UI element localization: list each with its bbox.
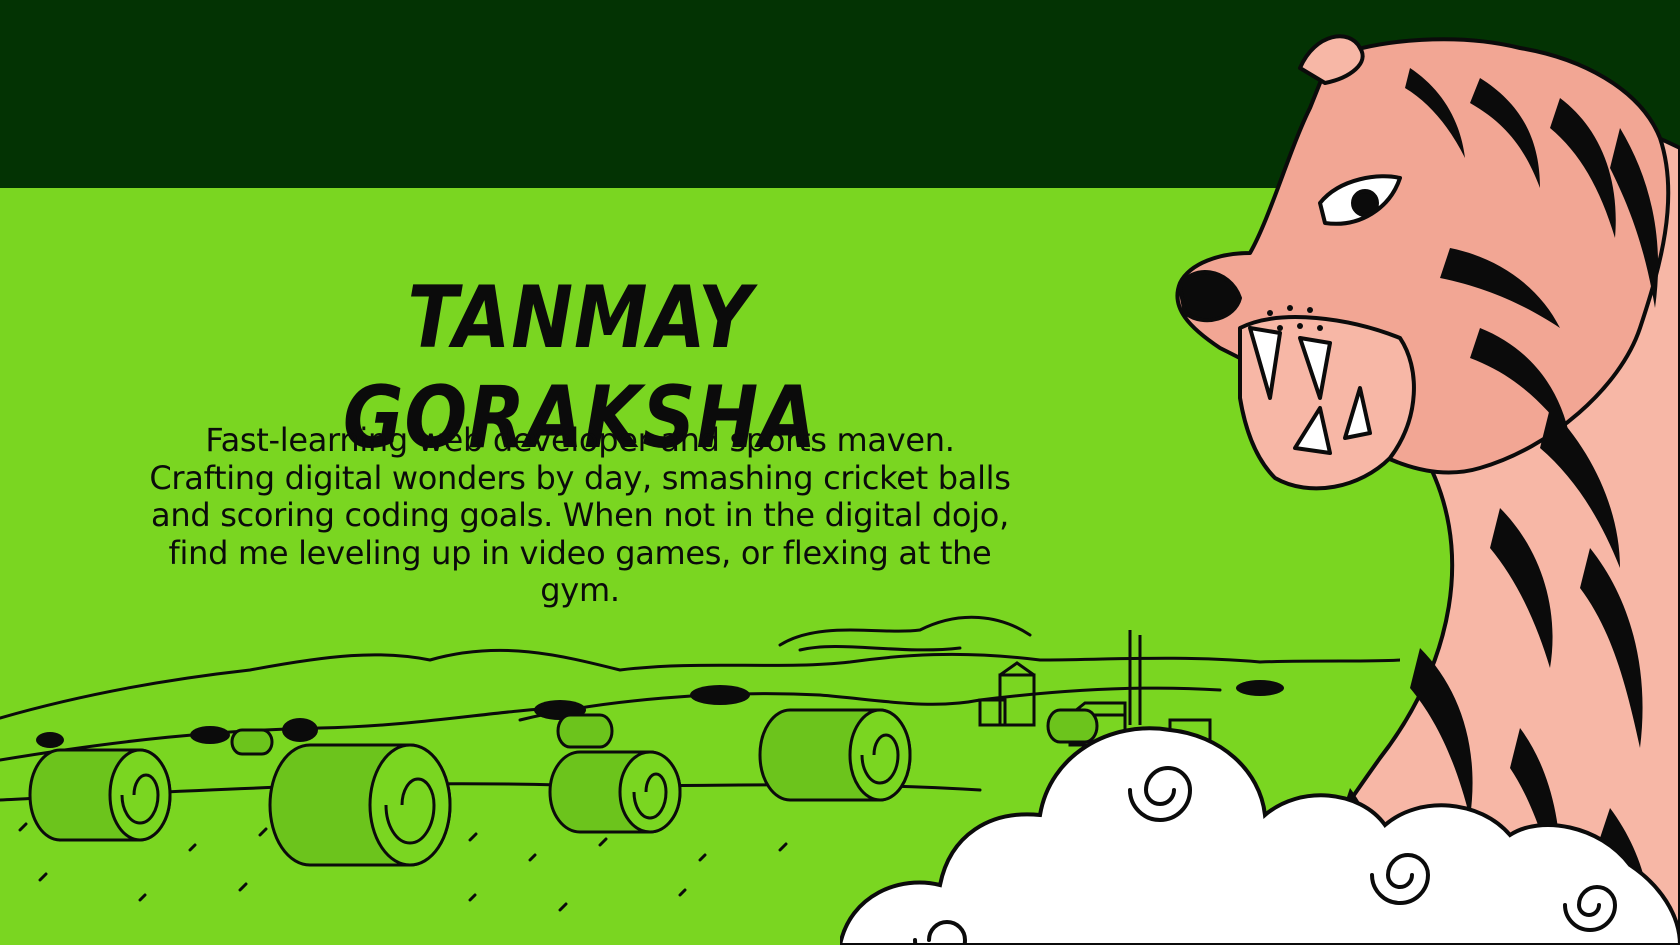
- profile-bio: Fast-learning web developer and sports m…: [149, 421, 1011, 609]
- cloud-swirl-illustration: [840, 726, 1680, 945]
